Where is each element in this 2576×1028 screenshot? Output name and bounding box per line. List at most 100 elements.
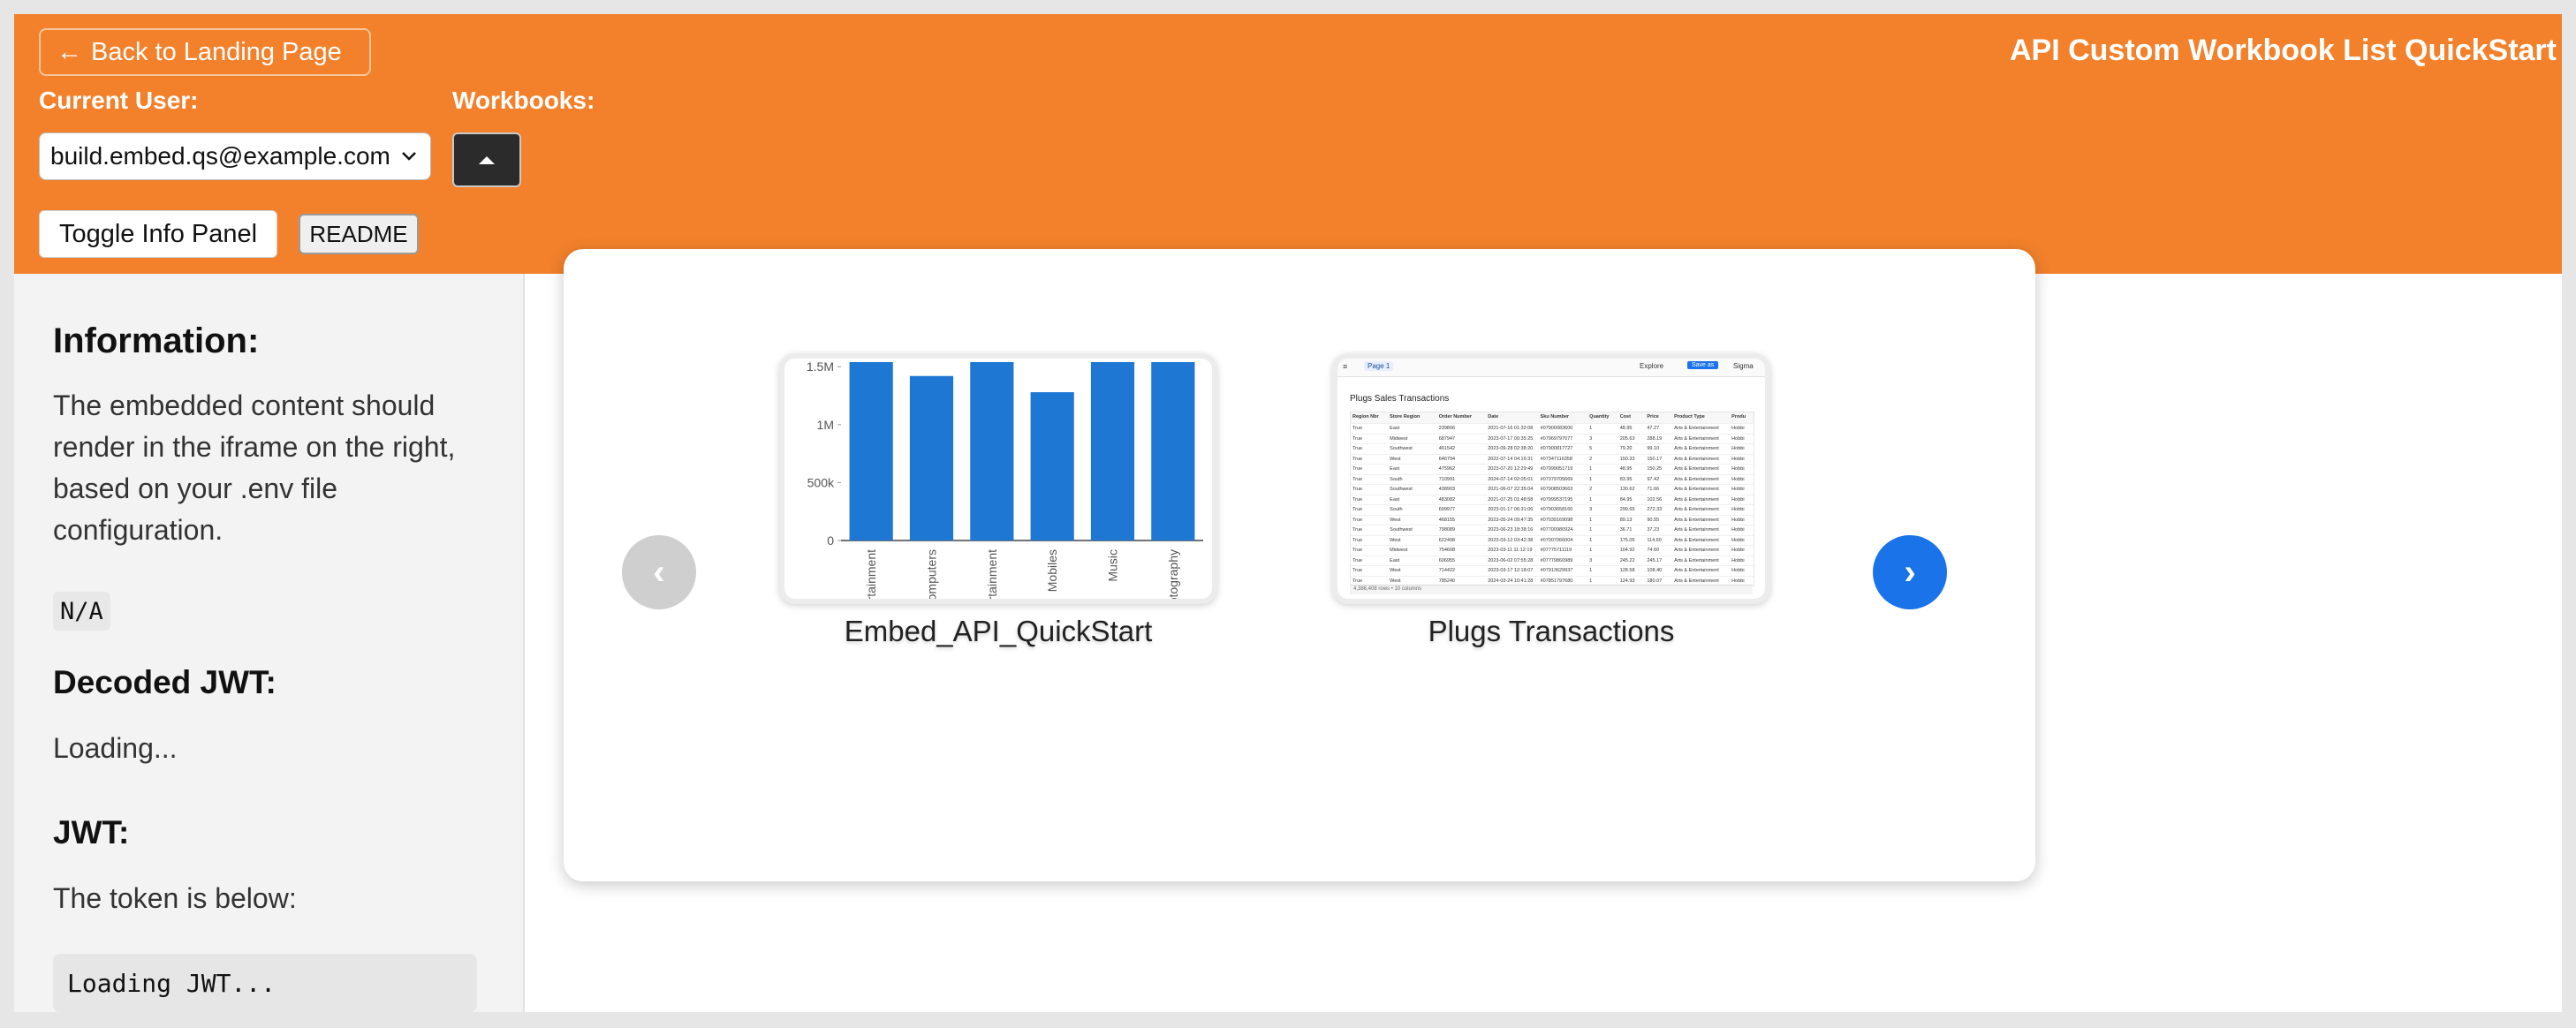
table-cell: Midwest [1390, 548, 1408, 553]
back-to-landing-button[interactable]: ← Back to Landing Page [39, 28, 371, 76]
table-cell: Hobbi [1731, 548, 1745, 553]
table-cell: 699977 [1438, 507, 1456, 512]
bar [970, 362, 1014, 540]
table-cell: 1 [1589, 476, 1593, 482]
table-cell: True [1352, 466, 1363, 472]
workbook-thumbnail-plugs-transactions[interactable]: ≡ Page 1 Explore Save as Sigma Plugs Sal… [1332, 353, 1770, 604]
workbooks-toggle-button[interactable] [452, 132, 521, 187]
table-row: True South 699977 2023-01-17 06:31:06 #07903… [1351, 505, 1754, 516]
workbooks-label: Workbooks: [452, 87, 595, 114]
y-tick-label: 1M [817, 418, 834, 432]
info-panel: Information: The embedded content should… [14, 274, 525, 1012]
readme-button[interactable]: README [299, 214, 419, 254]
table-cell: 2023-07-20 12:29:49 [1488, 466, 1534, 472]
carousel-next-button[interactable]: › [1873, 535, 1947, 609]
table-row: True West 468155 2023-05-24 09:47:35 #070391… [1351, 516, 1754, 525]
table-cell: #07779860989 [1540, 557, 1573, 563]
table-cell: 71.66 [1647, 487, 1660, 492]
table-cell: West [1390, 456, 1401, 462]
bar [909, 375, 954, 540]
x-tick-label: Mobiles [1045, 549, 1059, 592]
column-header: Product Type [1674, 414, 1705, 420]
table-cell: Arts & Entertainment [1674, 466, 1719, 472]
table-cell: 461542 [1438, 446, 1456, 451]
table-row: True Southwest 438903 2021-06-07 22:35:04 #0… [1351, 485, 1754, 495]
table-cell: 1 [1589, 527, 1593, 533]
table-cell: True [1352, 557, 1363, 563]
table-cell: Hobbi [1731, 487, 1745, 492]
table-row: True Southwest 461542 2023-09-28 02:38:20 #0… [1351, 444, 1754, 455]
table-cell: West [1390, 537, 1401, 543]
table-cell: Arts & Entertainment [1674, 456, 1719, 462]
table-cell: 245.22 [1619, 557, 1635, 563]
table-cell: 84.95 [1619, 496, 1633, 503]
table-cell: Southwest [1390, 446, 1413, 451]
table-cell: 2 [1589, 487, 1593, 492]
x-tick-label: otography [1166, 549, 1180, 599]
table-cell: 288.19 [1647, 435, 1663, 442]
table-cell: Arts & Entertainment [1674, 548, 1719, 553]
table-row: True Southwest 798089 2023-06-23 18:38:16 #0… [1351, 525, 1754, 536]
table-row: True West 646794 2022-07-14 04:16:31 #073471… [1351, 455, 1754, 465]
table-cell: 2023-03-12 03:42:38 [1488, 537, 1534, 543]
table-cell: 97.42 [1647, 476, 1660, 482]
information-heading: Information: [53, 321, 260, 360]
table-cell: True [1352, 487, 1363, 492]
sheet-footer-text: 4,386,408 rows • 10 columns [1353, 586, 1422, 592]
table-cell: 150.17 [1647, 456, 1663, 462]
table-cell: 90.55 [1647, 517, 1660, 523]
table-cell: South [1390, 476, 1403, 482]
table-cell: True [1352, 507, 1363, 512]
table-cell: #07039169098 [1540, 517, 1573, 523]
jwt-text: The token is below: [53, 882, 297, 914]
table-cell: 606955 [1438, 557, 1456, 563]
column-header: Order Number [1438, 414, 1472, 420]
table-cell: East [1390, 496, 1400, 503]
sheet-title: Plugs Sales Transactions [1350, 394, 1450, 404]
sheet-table: Region Nbr Store Region Order Number Date Sk… [1350, 412, 1754, 586]
table-row: True West 622408 2023-03-12 03:42:38 #070070… [1351, 536, 1754, 546]
table-cell: 2023-06-02 07:55:28 [1488, 557, 1534, 563]
table-cell: Arts & Entertainment [1674, 537, 1719, 543]
table-cell: Arts & Entertainment [1674, 487, 1719, 492]
table-cell: 47.27 [1647, 426, 1660, 431]
table-cell: 48.95 [1619, 426, 1633, 431]
table-cell: Arts & Entertainment [1674, 517, 1719, 523]
caret-up-icon [479, 155, 495, 164]
table-cell: 37.23 [1647, 527, 1660, 533]
toggle-info-panel-button[interactable]: Toggle Info Panel [39, 210, 277, 258]
table-cell: 622408 [1438, 537, 1456, 543]
carousel-prev-button[interactable]: ‹ [622, 535, 696, 609]
table-cell: #07347116358 [1540, 456, 1572, 462]
workbook-name[interactable]: Embed_API_QuickStart [779, 615, 1217, 648]
jwt-code: Loading JWT... [53, 954, 477, 1012]
information-text: The embedded content should render in th… [53, 389, 456, 546]
table-cell: 83.95 [1619, 476, 1633, 482]
table-cell: 114.60 [1647, 537, 1662, 543]
table-cell: 687947 [1438, 435, 1456, 442]
table-cell: 102.56 [1647, 496, 1663, 503]
table-cell: 2 [1589, 456, 1593, 462]
table-cell: 175.05 [1619, 537, 1635, 543]
sheet-menu-icon: ≡ [1343, 362, 1348, 371]
table-cell: 2021-06-07 22:35:04 [1488, 487, 1534, 492]
table-cell: 130.62 [1619, 487, 1635, 492]
table-cell: East [1390, 557, 1400, 563]
workbook-thumbnail-embed-api[interactable]: 0 500k 1M 1.5M rtainment omputers rtainment Mob… [779, 353, 1217, 604]
workbook-carousel: ‹ › 0 500k 1M 1.5M rtainment omputers rtainmen… [564, 249, 2035, 881]
workbook-name[interactable]: Plugs Transactions [1332, 615, 1770, 648]
na-code: N/A [53, 592, 110, 631]
table-cell: 150.33 [1619, 456, 1635, 462]
table-cell: 239806 [1438, 426, 1456, 431]
table-cell: Arts & Entertainment [1674, 568, 1719, 573]
app-title: API Custom Workbook List QuickStart [2009, 34, 2557, 67]
user-select[interactable]: build.embed.qs@example.com [39, 132, 431, 180]
table-cell: 74.60 [1647, 548, 1660, 553]
table-cell: True [1352, 527, 1363, 533]
selected-user: build.embed.qs@example.com [50, 142, 390, 170]
table-cell: 1 [1589, 568, 1593, 573]
table-cell: 438903 [1438, 487, 1456, 492]
table-cell: 2023-03-11 11:12:19 [1488, 548, 1533, 553]
table-cell: 2021-07-16 01:32:08 [1488, 426, 1534, 431]
table-cell: Hobbi [1731, 527, 1745, 533]
